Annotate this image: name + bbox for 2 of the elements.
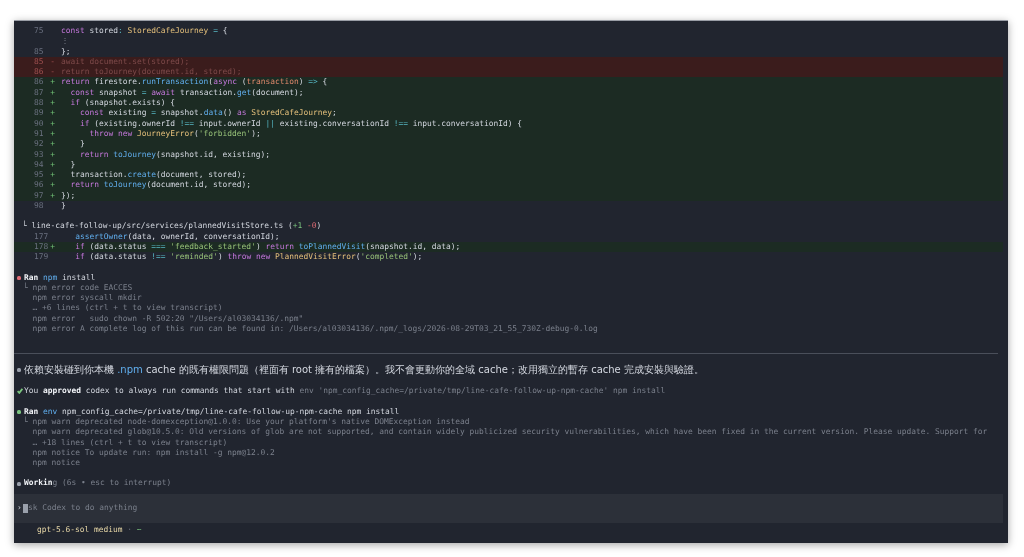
message-text: 依賴安裝碰到你本機 .npm cache 的既有權限問題（裡面有 root 擁有的檔案）。我不會更動你的全域 cache；改用獨立的暫存 cache 完成安裝與驗證。 [24, 364, 704, 377]
cursor-icon [23, 503, 28, 513]
